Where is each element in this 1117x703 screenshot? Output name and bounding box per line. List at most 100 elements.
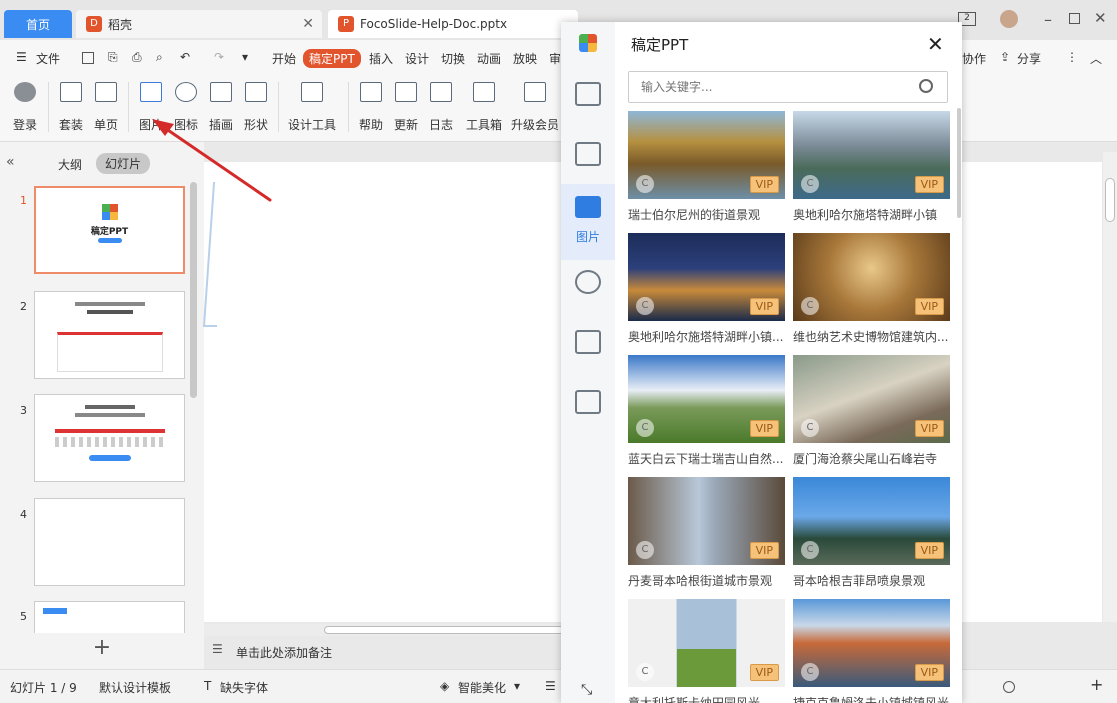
image-card[interactable]: C VIP xyxy=(628,111,785,199)
shape-nav-icon[interactable] xyxy=(575,390,601,414)
notes-placeholder[interactable]: 单击此处添加备注 xyxy=(236,644,332,661)
icon-nav-icon[interactable] xyxy=(575,270,601,294)
slide-thumbnail-4[interactable] xyxy=(34,498,185,586)
shape-button[interactable]: 形状 xyxy=(236,82,276,133)
menu-start[interactable]: 开始 xyxy=(272,50,296,67)
horizontal-scrollbar[interactable] xyxy=(204,624,564,636)
tab-slides[interactable]: 幻灯片 xyxy=(96,153,151,174)
image-card[interactable]: C VIP xyxy=(628,477,785,565)
collapse-panel-icon[interactable]: « xyxy=(6,154,15,170)
hamburger-icon[interactable]: ☰ xyxy=(16,50,27,64)
picture-button[interactable]: 图片 xyxy=(131,82,171,133)
slide-thumbnail-5[interactable] xyxy=(34,601,185,633)
print-icon[interactable]: ⎙ xyxy=(132,50,142,65)
image-card[interactable]: C VIP xyxy=(793,599,950,687)
avatar[interactable] xyxy=(1000,10,1018,28)
image-card[interactable]: C VIP xyxy=(793,355,950,443)
menu-slideshow[interactable]: 放映 xyxy=(513,50,537,67)
redo-icon[interactable]: ↷ xyxy=(214,50,224,64)
illustration-nav-icon[interactable] xyxy=(575,330,601,354)
tab-document[interactable]: P FocoSlide-Help-Doc.pptx xyxy=(328,10,578,38)
slide-thumbnail-3[interactable] xyxy=(34,394,185,482)
upgrade-vip-button[interactable]: 升级会员 xyxy=(509,82,561,133)
missing-font-button[interactable]: 缺失字体 xyxy=(220,679,268,696)
slide-canvas-right[interactable] xyxy=(962,162,1102,622)
nav-picture-label: 图片 xyxy=(575,230,600,244)
undo-icon[interactable]: ↶ xyxy=(180,50,190,64)
suite-nav-icon[interactable] xyxy=(575,82,601,106)
add-slide-button[interactable]: + xyxy=(0,633,204,669)
log-button[interactable]: 日志 xyxy=(421,82,461,133)
search-input[interactable] xyxy=(628,71,948,103)
menu-animation[interactable]: 动画 xyxy=(477,50,501,67)
notes-toggle-icon[interactable]: ☰ xyxy=(545,679,556,693)
image-card[interactable]: C VIP xyxy=(628,355,785,443)
tab-daoke[interactable]: D 稻壳 ✕ xyxy=(76,10,322,38)
vip-badge: VIP xyxy=(749,176,779,193)
image-caption: 奥地利哈尔施塔特湖畔小镇 xyxy=(793,208,938,222)
maximize-icon[interactable] xyxy=(1069,13,1080,24)
copyright-icon: C xyxy=(801,663,819,681)
menu-design[interactable]: 设计 xyxy=(405,50,429,67)
zoom-slider-handle[interactable] xyxy=(1003,681,1015,693)
chevron-down-icon[interactable]: ▾ xyxy=(514,679,520,693)
illustration-button[interactable]: 插画 xyxy=(201,82,241,133)
divider xyxy=(48,82,49,132)
slide-editor: ☰ 单击此处添加备注 xyxy=(202,142,564,669)
minimize-icon[interactable]: – xyxy=(1044,10,1052,29)
menu-file[interactable]: 文件 xyxy=(36,50,60,67)
zoom-in-icon[interactable]: + xyxy=(1090,675,1103,694)
close-icon[interactable]: ✕ xyxy=(302,16,314,32)
vertical-scrollbar[interactable] xyxy=(1103,152,1117,622)
copyright-icon: C xyxy=(801,175,819,193)
outline-scrollbar[interactable] xyxy=(190,182,197,398)
beautify-icon: ◈ xyxy=(440,679,450,693)
update-button[interactable]: 更新 xyxy=(386,82,426,133)
chevron-down-icon[interactable]: ▾ xyxy=(242,50,248,64)
collapse-ribbon-icon[interactable]: ︿ xyxy=(1090,50,1102,67)
suite-label: 套装 xyxy=(58,118,83,132)
image-card[interactable]: C VIP xyxy=(628,599,785,687)
export-icon[interactable]: ⎘ xyxy=(108,50,118,65)
beautify-button[interactable]: 智能美化 xyxy=(458,679,506,696)
help-button[interactable]: 帮助 xyxy=(351,82,391,133)
panel-close-icon[interactable]: ✕ xyxy=(927,32,944,56)
single-page-button[interactable]: 单页 xyxy=(86,82,126,133)
menu-transition[interactable]: 切换 xyxy=(441,50,465,67)
suite-button[interactable]: 套装 xyxy=(51,82,91,133)
collab-button[interactable]: 协作 xyxy=(962,50,986,67)
design-tools-button[interactable]: 设计工具 xyxy=(286,82,338,133)
divider xyxy=(278,82,279,132)
icon-button[interactable]: 图标 xyxy=(166,82,206,133)
toolbox-button[interactable]: 工具箱 xyxy=(462,82,506,133)
image-card[interactable]: C VIP xyxy=(793,477,950,565)
vip-badge: VIP xyxy=(914,542,944,559)
menu-insert[interactable]: 插入 xyxy=(369,50,393,67)
collapse-icon[interactable]: ⤡ xyxy=(581,682,592,698)
single-page-nav-icon[interactable] xyxy=(575,142,601,166)
slide-thumbnail-2[interactable] xyxy=(34,291,185,379)
save-icon[interactable] xyxy=(82,52,94,64)
image-card[interactable]: C VIP xyxy=(628,233,785,321)
slide-canvas[interactable] xyxy=(202,162,564,622)
search-icon[interactable] xyxy=(919,79,933,93)
panel-scrollbar[interactable] xyxy=(957,108,961,218)
vip-icon xyxy=(524,82,546,102)
nav-picture[interactable]: 图片 xyxy=(561,184,615,260)
login-button[interactable]: 登录 xyxy=(5,82,45,133)
menu-review[interactable]: 审 xyxy=(549,50,561,67)
tab-home[interactable]: 首页 xyxy=(4,10,72,38)
image-card[interactable]: C VIP xyxy=(793,233,950,321)
scrollbar-thumb[interactable] xyxy=(324,626,564,634)
tab-outline[interactable]: 大纲 xyxy=(58,156,82,173)
window-close-icon[interactable]: ✕ xyxy=(1094,9,1107,27)
scrollbar-thumb[interactable] xyxy=(1105,178,1115,222)
single-page-label: 单页 xyxy=(93,118,118,132)
preview-icon[interactable]: ⌕ xyxy=(156,50,163,65)
template-name[interactable]: 默认设计模板 xyxy=(99,679,171,696)
image-card[interactable]: C VIP xyxy=(793,111,950,199)
menu-gaoding-ppt[interactable]: 稿定PPT xyxy=(303,49,361,68)
more-icon[interactable]: ⋮ xyxy=(1066,50,1078,64)
slide-thumbnail-1[interactable]: 稿定PPT xyxy=(34,186,185,274)
share-button[interactable]: 分享 xyxy=(1017,50,1041,67)
